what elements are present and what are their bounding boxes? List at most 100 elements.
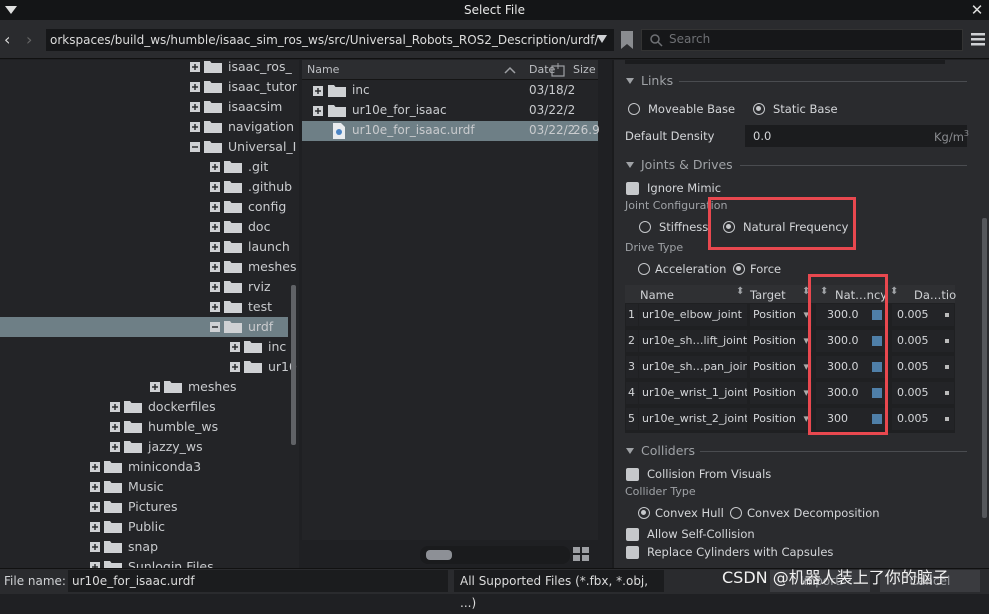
file-type-filter[interactable]: All Supported Files (*.fbx, *.obj, ...) (454, 570, 664, 610)
back-icon[interactable]: ‹ (4, 31, 20, 49)
forward-icon[interactable]: › (26, 31, 42, 49)
panel-scrollbar[interactable] (982, 218, 987, 518)
damping-ratio-field[interactable]: 0.005 (892, 330, 954, 352)
drag-handle-icon[interactable] (945, 391, 949, 395)
tree-item[interactable]: isaac_ros_ (0, 57, 292, 77)
expand-icon[interactable] (110, 402, 120, 412)
tree-item[interactable]: launch (0, 237, 290, 257)
acceleration-radio[interactable] (638, 263, 650, 275)
expand-icon[interactable] (90, 522, 100, 532)
collapse-icon[interactable] (190, 142, 200, 152)
expand-icon[interactable] (210, 282, 220, 292)
drag-handle-icon[interactable] (945, 339, 949, 343)
joint-target-select[interactable]: Position ▾ (750, 382, 812, 404)
drag-handle-icon[interactable] (945, 417, 949, 421)
expand-icon[interactable] (313, 106, 323, 116)
expand-icon[interactable] (90, 462, 100, 472)
allow-self-collision-checkbox[interactable] (626, 528, 639, 541)
file-row[interactable]: ur10e_for_isaac 03/22/2 (302, 101, 598, 121)
expand-icon[interactable] (210, 222, 220, 232)
tree-item[interactable]: isaac_tutor (0, 77, 297, 97)
convex-decomposition-radio[interactable] (730, 507, 742, 519)
expand-icon[interactable] (313, 86, 323, 96)
tree-item[interactable]: Pictures (0, 497, 288, 517)
tree-item[interactable]: Public (0, 517, 288, 537)
expand-icon[interactable] (230, 342, 240, 352)
file-name-input[interactable]: ur10e_for_isaac.urdf (68, 570, 448, 592)
expand-icon[interactable] (90, 542, 100, 552)
new-folder-icon[interactable] (550, 62, 566, 78)
stiffness-radio[interactable] (639, 221, 651, 233)
expand-icon[interactable] (210, 302, 220, 312)
damping-ratio-field[interactable]: 0.005 (892, 382, 954, 404)
column-header-size[interactable]: Size (573, 63, 596, 76)
replace-cylinders-checkbox[interactable] (626, 546, 639, 559)
expand-icon[interactable] (190, 62, 200, 72)
expand-icon[interactable] (90, 502, 100, 512)
convex-hull-radio[interactable] (638, 507, 650, 519)
ignore-mimic-checkbox[interactable] (626, 182, 639, 195)
sort-icon[interactable]: ⬍ (736, 286, 744, 297)
column-header-name[interactable]: Name (640, 288, 674, 302)
column-header-damping[interactable]: Da…tio (914, 288, 956, 302)
tree-scrollbar[interactable] (291, 285, 296, 445)
tree-item[interactable]: Music (0, 477, 288, 497)
tree-item[interactable]: config (0, 197, 288, 217)
joint-target-select[interactable]: Position ▾ (750, 356, 812, 378)
scroll-thumb[interactable] (426, 550, 452, 560)
chevron-down-icon[interactable] (596, 33, 608, 45)
hamburger-menu-icon[interactable] (970, 30, 986, 48)
file-row[interactable]: inc 03/18/2 (302, 81, 598, 101)
tree-item[interactable]: .github (0, 177, 292, 197)
tree-item[interactable]: ur10 (0, 357, 297, 377)
drag-handle-icon[interactable] (945, 365, 949, 369)
expand-icon[interactable] (190, 122, 200, 132)
expand-icon[interactable] (210, 162, 220, 172)
expand-icon[interactable] (210, 262, 220, 272)
drag-handle-icon[interactable] (945, 313, 949, 317)
expand-icon[interactable] (210, 182, 220, 192)
damping-ratio-field[interactable]: 0.005 (892, 356, 954, 378)
tree-item[interactable]: Universal_I (0, 137, 296, 157)
column-header-name[interactable]: Name (307, 63, 339, 76)
tree-item[interactable]: rviz (0, 277, 288, 297)
expand-icon[interactable] (150, 382, 160, 392)
sort-up-icon[interactable] (504, 65, 516, 75)
file-row[interactable]: ur10e_for_isaac.urdf 03/22/2 26.9 (302, 121, 600, 141)
column-header-target[interactable]: Target (750, 288, 786, 302)
tree-item[interactable]: isaacsim (0, 97, 288, 117)
tree-item[interactable]: navigation (0, 117, 294, 137)
damping-ratio-field[interactable]: 0.005 (892, 408, 954, 430)
expand-icon[interactable] (210, 242, 220, 252)
static-base-radio[interactable] (753, 103, 765, 115)
tree-item[interactable]: inc (0, 337, 288, 357)
joint-target-select[interactable]: Position ▾ (750, 304, 812, 326)
tree-item[interactable]: jazzy_ws (0, 437, 288, 457)
tree-item[interactable]: snap (0, 537, 288, 557)
expand-icon[interactable] (190, 82, 200, 92)
tree-item[interactable]: doc (0, 217, 288, 237)
expand-icon[interactable] (110, 422, 120, 432)
grid-view-icon[interactable] (572, 546, 590, 562)
joint-target-select[interactable]: Position ▾ (750, 330, 812, 352)
joint-target-select[interactable]: Position ▾ (750, 408, 812, 430)
collision-from-visuals-checkbox[interactable] (626, 468, 639, 481)
tree-item[interactable]: meshes (0, 377, 288, 397)
expand-icon[interactable] (190, 102, 200, 112)
tree-item[interactable]: meshes (0, 257, 297, 277)
force-radio[interactable] (733, 263, 745, 275)
expand-icon[interactable] (110, 442, 120, 452)
tree-item[interactable]: urdf (0, 317, 288, 337)
moveable-base-radio[interactable] (628, 103, 640, 115)
close-icon[interactable]: ✕ (969, 1, 985, 19)
expand-icon[interactable] (90, 482, 100, 492)
bookmark-icon[interactable] (620, 30, 634, 50)
expand-icon[interactable] (210, 202, 220, 212)
tree-item[interactable]: miniconda3 (0, 457, 288, 477)
collapse-icon[interactable] (210, 322, 220, 332)
damping-ratio-field[interactable]: 0.005 (892, 304, 954, 326)
collapse-triangle-icon[interactable] (626, 77, 634, 85)
tree-item[interactable]: test (0, 297, 288, 317)
path-input[interactable]: orkspaces/build_ws/humble/isaac_sim_ros_… (46, 29, 614, 51)
expand-icon[interactable] (230, 362, 240, 372)
